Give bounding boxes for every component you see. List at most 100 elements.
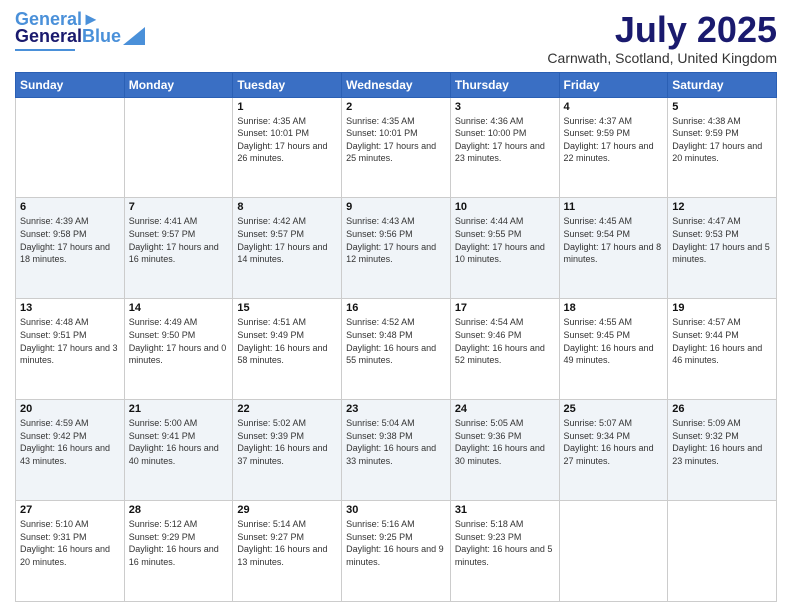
day-number: 31 xyxy=(455,504,555,516)
day-info: Sunrise: 4:59 AMSunset: 9:42 PMDaylight:… xyxy=(20,417,120,467)
day-info: Sunrise: 4:35 AMSunset: 10:01 PMDaylight… xyxy=(237,115,337,165)
calendar-cell: 13 Sunrise: 4:48 AMSunset: 9:51 PMDayligh… xyxy=(16,299,125,400)
day-info: Sunrise: 4:39 AMSunset: 9:58 PMDaylight:… xyxy=(20,215,120,265)
day-number: 26 xyxy=(672,403,772,415)
day-info: Sunrise: 4:48 AMSunset: 9:51 PMDaylight:… xyxy=(20,316,120,366)
day-number: 2 xyxy=(346,101,446,113)
day-info: Sunrise: 4:37 AMSunset: 9:59 PMDaylight:… xyxy=(564,115,664,165)
calendar-cell: 27 Sunrise: 5:10 AMSunset: 9:31 PMDayligh… xyxy=(16,501,125,602)
logo-word-blue: Blue xyxy=(82,26,121,47)
day-number: 3 xyxy=(455,101,555,113)
day-number: 25 xyxy=(564,403,664,415)
calendar-cell: 22Sunrise: 5:02 AMSunset: 9:39 PMDayligh… xyxy=(233,400,342,501)
calendar-cell: 10 Sunrise: 4:44 AMSunset: 9:55 PMDayligh… xyxy=(450,198,559,299)
day-number: 12 xyxy=(672,201,772,213)
calendar-cell: 19 Sunrise: 4:57 AMSunset: 9:44 PMDayligh… xyxy=(668,299,777,400)
day-number: 28 xyxy=(129,504,229,516)
calendar-cell xyxy=(559,501,668,602)
calendar-cell: 14Sunrise: 4:49 AMSunset: 9:50 PMDayligh… xyxy=(124,299,233,400)
day-number: 23 xyxy=(346,403,446,415)
header: General► General Blue July 2025 Carnwath… xyxy=(15,10,777,66)
calendar-cell: 23 Sunrise: 5:04 AMSunset: 9:38 PMDayligh… xyxy=(342,400,451,501)
day-number: 11 xyxy=(564,201,664,213)
day-number: 9 xyxy=(346,201,446,213)
calendar-cell: 24Sunrise: 5:05 AMSunset: 9:36 PMDayligh… xyxy=(450,400,559,501)
calendar-week-row: 1 Sunrise: 4:35 AMSunset: 10:01 PMDayligh… xyxy=(16,97,777,198)
day-info: Sunrise: 5:10 AMSunset: 9:31 PMDaylight:… xyxy=(20,518,120,568)
day-info: Sunrise: 4:38 AMSunset: 9:59 PMDaylight:… xyxy=(672,115,772,165)
calendar-cell: 2 Sunrise: 4:35 AMSunset: 10:01 PMDayligh… xyxy=(342,97,451,198)
day-number: 19 xyxy=(672,302,772,314)
day-info: Sunrise: 5:14 AMSunset: 9:27 PMDaylight:… xyxy=(237,518,337,568)
calendar-cell: 1 Sunrise: 4:35 AMSunset: 10:01 PMDayligh… xyxy=(233,97,342,198)
day-info: Sunrise: 5:00 AMSunset: 9:41 PMDaylight:… xyxy=(129,417,229,467)
calendar-cell: 29 Sunrise: 5:14 AMSunset: 9:27 PMDayligh… xyxy=(233,501,342,602)
logo-underline xyxy=(15,49,75,51)
calendar-cell: 31 Sunrise: 5:18 AMSunset: 9:23 PMDayligh… xyxy=(450,501,559,602)
calendar-week-row: 20 Sunrise: 4:59 AMSunset: 9:42 PMDayligh… xyxy=(16,400,777,501)
day-number: 16 xyxy=(346,302,446,314)
day-number: 24 xyxy=(455,403,555,415)
calendar-cell: 28 Sunrise: 5:12 AMSunset: 9:29 PMDayligh… xyxy=(124,501,233,602)
calendar-cell xyxy=(124,97,233,198)
day-info: Sunrise: 5:07 AMSunset: 9:34 PMDaylight:… xyxy=(564,417,664,467)
calendar-table: SundayMondayTuesdayWednesdayThursdayFrid… xyxy=(15,72,777,602)
calendar-header-thursday: Thursday xyxy=(450,72,559,97)
day-info: Sunrise: 4:45 AMSunset: 9:54 PMDaylight:… xyxy=(564,215,664,265)
day-number: 15 xyxy=(237,302,337,314)
calendar-cell: 3 Sunrise: 4:36 AMSunset: 10:00 PMDayligh… xyxy=(450,97,559,198)
day-info: Sunrise: 4:35 AMSunset: 10:01 PMDaylight… xyxy=(346,115,446,165)
day-number: 13 xyxy=(20,302,120,314)
calendar-cell: 15Sunrise: 4:51 AMSunset: 9:49 PMDayligh… xyxy=(233,299,342,400)
day-number: 29 xyxy=(237,504,337,516)
calendar-header-tuesday: Tuesday xyxy=(233,72,342,97)
calendar-cell: 11 Sunrise: 4:45 AMSunset: 9:54 PMDayligh… xyxy=(559,198,668,299)
day-number: 20 xyxy=(20,403,120,415)
day-number: 5 xyxy=(672,101,772,113)
calendar-cell: 6Sunrise: 4:39 AMSunset: 9:58 PMDaylight… xyxy=(16,198,125,299)
day-number: 4 xyxy=(564,101,664,113)
day-info: Sunrise: 4:44 AMSunset: 9:55 PMDaylight:… xyxy=(455,215,555,265)
day-info: Sunrise: 5:18 AMSunset: 9:23 PMDaylight:… xyxy=(455,518,555,568)
calendar-cell: 20 Sunrise: 4:59 AMSunset: 9:42 PMDayligh… xyxy=(16,400,125,501)
day-number: 8 xyxy=(237,201,337,213)
day-info: Sunrise: 4:52 AMSunset: 9:48 PMDaylight:… xyxy=(346,316,446,366)
day-number: 17 xyxy=(455,302,555,314)
main-title: July 2025 xyxy=(547,10,777,50)
calendar-cell: 9 Sunrise: 4:43 AMSunset: 9:56 PMDaylight… xyxy=(342,198,451,299)
day-info: Sunrise: 4:43 AMSunset: 9:56 PMDaylight:… xyxy=(346,215,446,265)
calendar-cell: 25 Sunrise: 5:07 AMSunset: 9:34 PMDayligh… xyxy=(559,400,668,501)
calendar-header-wednesday: Wednesday xyxy=(342,72,451,97)
day-info: Sunrise: 4:36 AMSunset: 10:00 PMDaylight… xyxy=(455,115,555,165)
calendar-cell: 30Sunrise: 5:16 AMSunset: 9:25 PMDayligh… xyxy=(342,501,451,602)
title-block: July 2025 Carnwath, Scotland, United Kin… xyxy=(547,10,777,66)
day-number: 18 xyxy=(564,302,664,314)
day-number: 10 xyxy=(455,201,555,213)
day-number: 1 xyxy=(237,101,337,113)
logo: General► General Blue xyxy=(15,10,145,51)
day-number: 21 xyxy=(129,403,229,415)
day-info: Sunrise: 4:41 AMSunset: 9:57 PMDaylight:… xyxy=(129,215,229,265)
calendar-cell: 26Sunrise: 5:09 AMSunset: 9:32 PMDayligh… xyxy=(668,400,777,501)
day-info: Sunrise: 4:55 AMSunset: 9:45 PMDaylight:… xyxy=(564,316,664,366)
calendar-week-row: 13 Sunrise: 4:48 AMSunset: 9:51 PMDayligh… xyxy=(16,299,777,400)
calendar-cell: 8Sunrise: 4:42 AMSunset: 9:57 PMDaylight… xyxy=(233,198,342,299)
day-number: 27 xyxy=(20,504,120,516)
calendar-header-monday: Monday xyxy=(124,72,233,97)
calendar-cell: 16 Sunrise: 4:52 AMSunset: 9:48 PMDayligh… xyxy=(342,299,451,400)
page: General► General Blue July 2025 Carnwath… xyxy=(0,0,792,612)
calendar-cell xyxy=(16,97,125,198)
calendar-week-row: 27 Sunrise: 5:10 AMSunset: 9:31 PMDayligh… xyxy=(16,501,777,602)
day-info: Sunrise: 5:16 AMSunset: 9:25 PMDaylight:… xyxy=(346,518,446,568)
day-info: Sunrise: 4:49 AMSunset: 9:50 PMDaylight:… xyxy=(129,316,229,366)
subtitle: Carnwath, Scotland, United Kingdom xyxy=(547,50,777,66)
day-number: 22 xyxy=(237,403,337,415)
calendar-header-saturday: Saturday xyxy=(668,72,777,97)
calendar-cell: 18 Sunrise: 4:55 AMSunset: 9:45 PMDayligh… xyxy=(559,299,668,400)
day-info: Sunrise: 5:04 AMSunset: 9:38 PMDaylight:… xyxy=(346,417,446,467)
day-info: Sunrise: 5:12 AMSunset: 9:29 PMDaylight:… xyxy=(129,518,229,568)
day-info: Sunrise: 4:57 AMSunset: 9:44 PMDaylight:… xyxy=(672,316,772,366)
calendar-cell: 17Sunrise: 4:54 AMSunset: 9:46 PMDayligh… xyxy=(450,299,559,400)
day-info: Sunrise: 4:47 AMSunset: 9:53 PMDaylight:… xyxy=(672,215,772,265)
calendar-header-row: SundayMondayTuesdayWednesdayThursdayFrid… xyxy=(16,72,777,97)
